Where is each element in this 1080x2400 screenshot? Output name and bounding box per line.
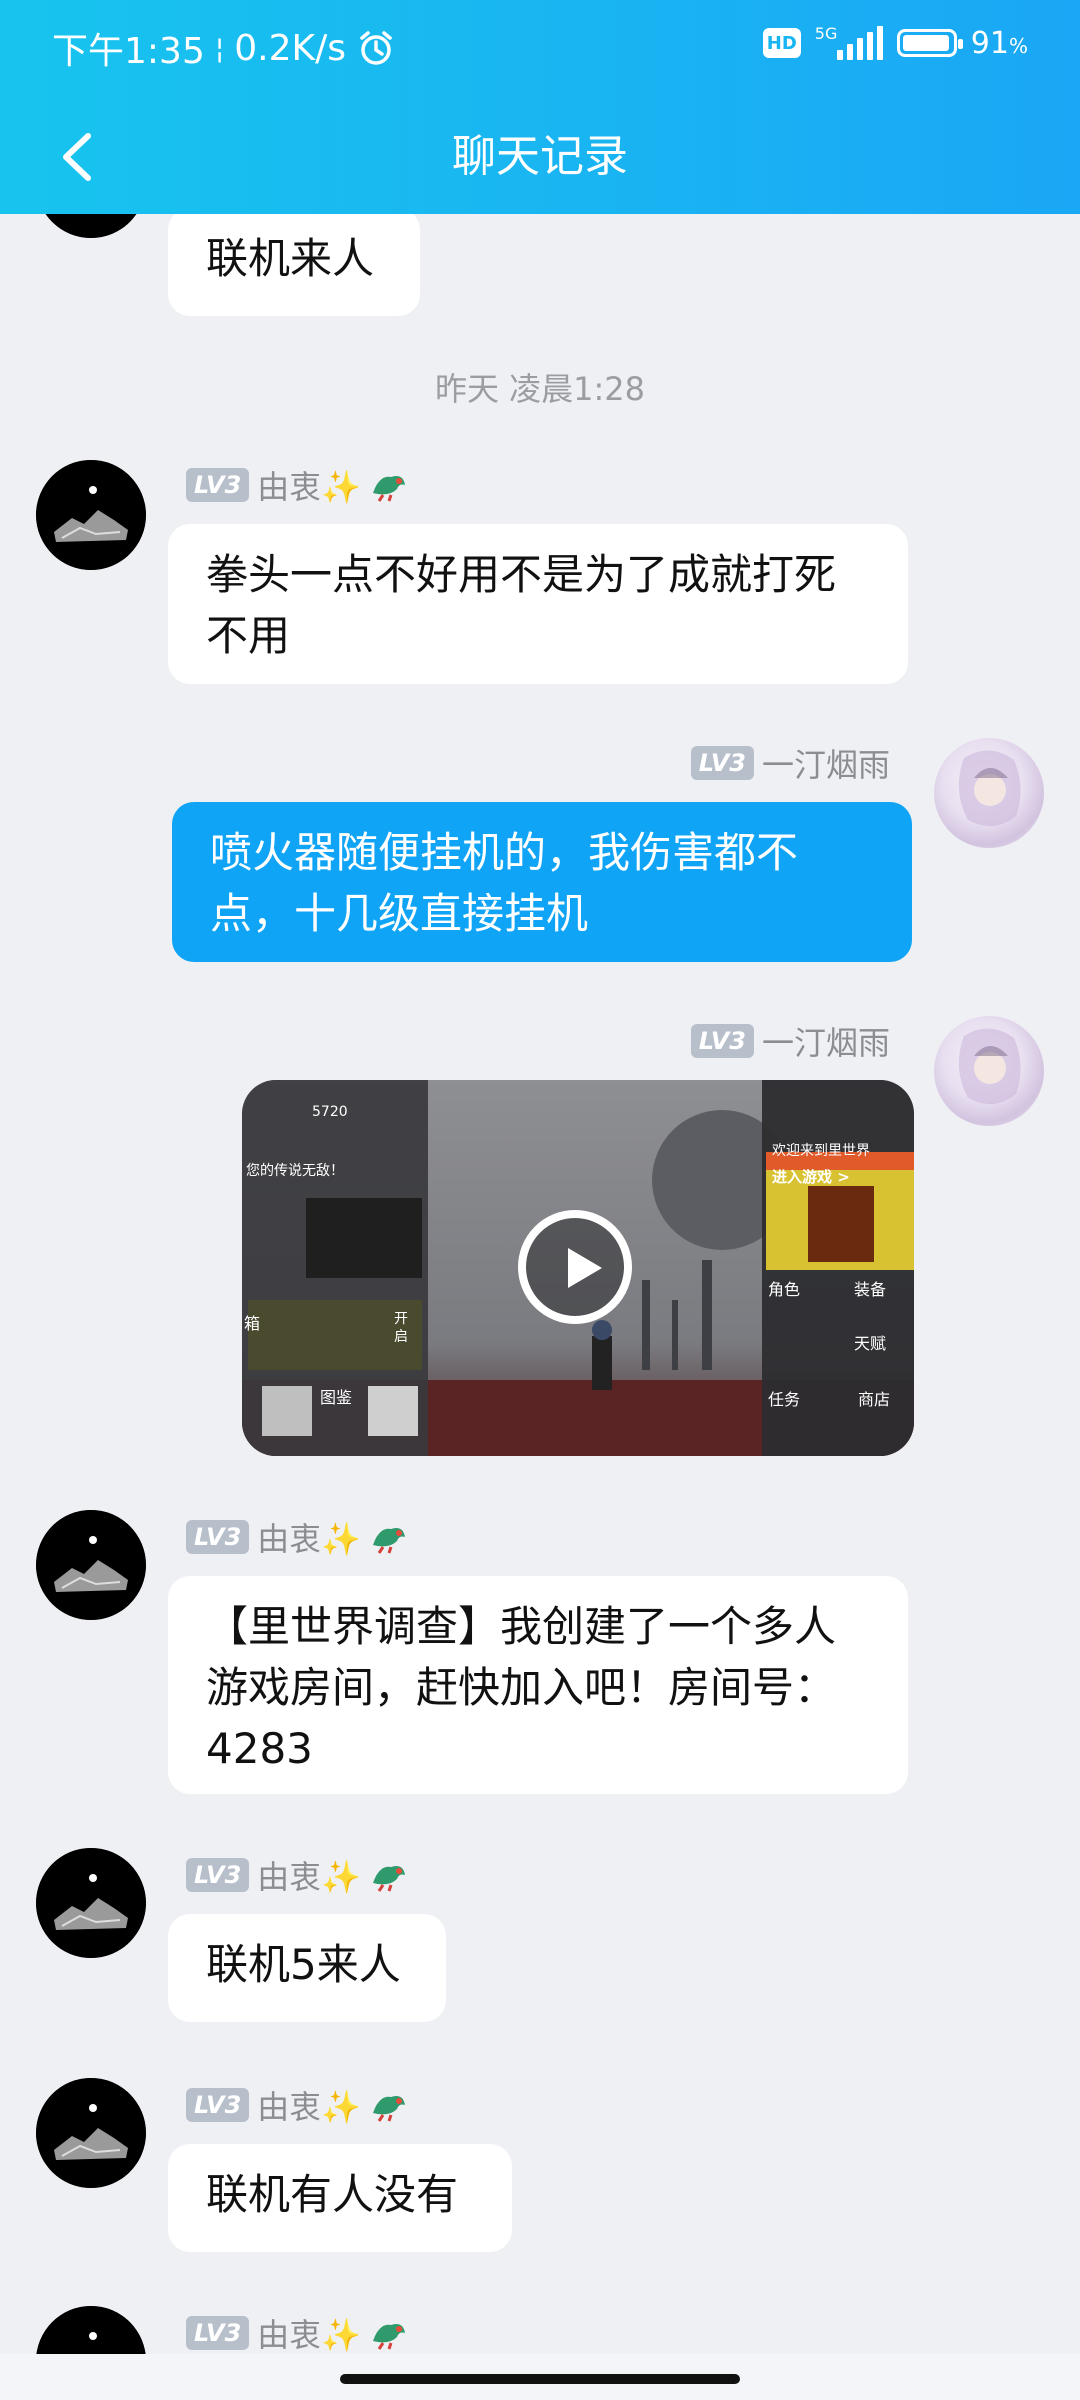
video-enter-game: 进入游戏 >	[772, 1168, 850, 1186]
network-type: 5G	[814, 24, 838, 43]
sender-row: LV3 由衷✨	[186, 2082, 409, 2128]
level-badge: LV3	[186, 2316, 250, 2350]
video-menu-shop: 商店	[858, 1390, 891, 1409]
nav-bar: 聊天记录	[0, 100, 1080, 214]
dragon-badge-icon	[373, 2324, 406, 2350]
message-bubble[interactable]: 联机有人没有	[168, 2144, 512, 2252]
avatar[interactable]	[36, 2078, 146, 2188]
sender-name: 由衷✨	[257, 1520, 362, 1558]
sender-name: 由衷✨	[257, 2316, 362, 2354]
sender-row: LV3 一汀烟雨	[690, 740, 890, 786]
status-time: 下午1:35	[52, 31, 205, 72]
status-separator: ¦	[214, 31, 225, 65]
video-menu-gear: 装备	[854, 1280, 887, 1299]
level-badge: LV3	[690, 1024, 754, 1058]
sender-name: 一汀烟雨	[761, 1024, 890, 1062]
status-right: HD 5G 91%	[762, 24, 1028, 62]
sender-row: LV3 由衷✨	[186, 1852, 409, 1898]
video-menu-role: 角色	[768, 1280, 801, 1299]
level-badge: LV3	[186, 1520, 250, 1554]
video-message[interactable]: 5720 您的传说无敌！ 欢迎来到里世界 进入游戏 > 角色 装备 天赋 任务 …	[242, 1080, 914, 1456]
page-title: 聊天记录	[452, 131, 628, 182]
status-left: 下午1:35 ¦ 0.2K/s	[52, 22, 396, 74]
alarm-icon	[360, 31, 392, 65]
message-bubble[interactable]: 联机5来人	[168, 1914, 446, 2022]
message-bubble[interactable]: 联机来人	[168, 214, 420, 316]
message-bubble[interactable]: 拳头一点不好用不是为了成就打死不用	[168, 524, 908, 684]
sender-row: LV3 由衷✨	[186, 2310, 409, 2354]
dragon-badge-icon	[373, 1866, 406, 1892]
level-badge: LV3	[186, 2088, 250, 2122]
dragon-badge-icon	[373, 476, 406, 502]
level-badge: LV3	[690, 746, 754, 780]
video-menu-task: 任务	[768, 1390, 801, 1409]
video-gallery-label: 图鉴	[320, 1388, 353, 1407]
sender-row: LV3 一汀烟雨	[690, 1018, 890, 1064]
home-indicator[interactable]	[340, 2374, 740, 2384]
avatar[interactable]	[36, 1848, 146, 1958]
status-bar: 下午1:35 ¦ 0.2K/s HD 5G 91%	[0, 0, 1080, 100]
video-box-label: 箱	[244, 1314, 261, 1333]
video-menu-talent: 天赋	[854, 1334, 887, 1353]
sender-row: LV3 由衷✨	[186, 1514, 409, 1560]
hd-badge: HD	[762, 28, 801, 58]
network-speed: 0.2K/s	[234, 27, 347, 69]
level-badge: LV3	[186, 1858, 250, 1892]
avatar[interactable]	[36, 1510, 146, 1620]
avatar[interactable]	[934, 738, 1044, 848]
signal-icon: 5G	[815, 24, 883, 62]
dragon-badge-icon	[373, 1528, 406, 1554]
chat-timestamp: 昨天 凌晨1:28	[434, 370, 646, 408]
video-open-label: 开启	[394, 1311, 408, 1345]
avatar[interactable]	[36, 2306, 146, 2354]
level-badge: LV3	[186, 468, 250, 502]
avatar[interactable]	[36, 460, 146, 570]
sender-name: 由衷✨	[257, 1858, 362, 1896]
message-bubble[interactable]: 【里世界调查】我创建了一个多人游戏房间，赶快加入吧！房间号：4283	[168, 1576, 908, 1794]
message-bubble[interactable]: 喷火器随便挂机的，我伤害都不点，十几级直接挂机	[172, 802, 912, 962]
avatar[interactable]	[934, 1016, 1044, 1126]
sender-name: 由衷✨	[257, 468, 362, 506]
chat-history[interactable]: 联机来人 昨天 凌晨1:28 LV3 由衷✨ 拳头一点不好用不是为了成就打死不用…	[0, 214, 1080, 2354]
sender-name: 一汀烟雨	[761, 746, 890, 784]
sender-name: 由衷✨	[257, 2088, 362, 2126]
video-mission-text: 您的传说无敌！	[246, 1163, 344, 1179]
dragon-badge-icon	[373, 2096, 406, 2122]
sender-row: LV3 由衷✨	[186, 462, 409, 508]
video-score: 5720	[312, 1104, 348, 1120]
battery-icon	[896, 29, 963, 57]
play-icon[interactable]	[518, 1210, 632, 1324]
video-welcome: 欢迎来到里世界	[772, 1143, 870, 1159]
avatar[interactable]	[36, 214, 146, 238]
battery-level: 91%	[970, 25, 1028, 61]
